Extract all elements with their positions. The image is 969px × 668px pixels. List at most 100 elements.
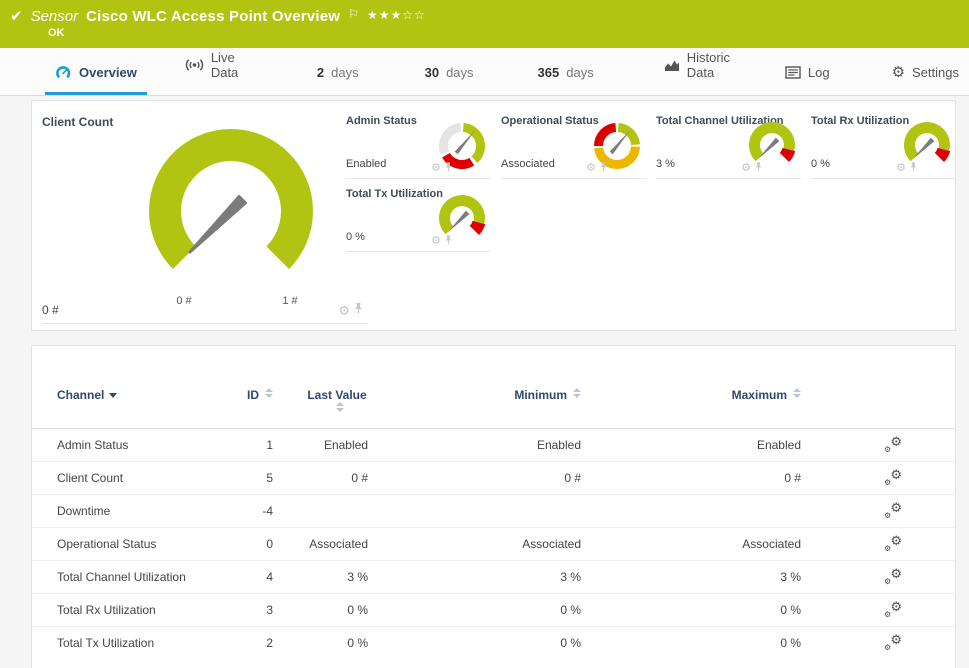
flag-icon[interactable]: ⚐ (348, 7, 359, 21)
channel-settings-gears-icon[interactable]: ⚙⚙ (884, 535, 902, 551)
pin-icon[interactable] (754, 159, 763, 177)
tab-historic-data[interactable]: Historic Data (654, 50, 751, 95)
channel-settings-gears-icon[interactable]: ⚙⚙ (884, 634, 902, 650)
channel-settings-gears-icon[interactable]: ⚙⚙ (884, 568, 902, 584)
channel-name[interactable]: Client Count (32, 462, 247, 495)
gauge-title: Total Tx Utilization (346, 188, 443, 200)
gauge-current-value: 0 # (42, 303, 59, 317)
sort-desc-icon (109, 393, 117, 398)
channel-settings-gears-icon[interactable]: ⚙⚙ (884, 436, 902, 452)
tab-bar: Overview Live Data 2 days 30 days 365 da… (0, 48, 969, 96)
gauge-needle (448, 211, 470, 233)
channel-id: 1 (247, 429, 273, 462)
gauge-current-value: Associated (501, 158, 555, 170)
channel-table-body: Admin Status 1 Enabled Enabled Enabled ⚙… (32, 429, 955, 660)
total-tx-utilization-gauge-panel: Total Tx Utilization 0 % ⚙ (346, 182, 491, 252)
channel-settings-gears-icon[interactable]: ⚙⚙ (884, 469, 902, 485)
gauge-settings-gear-icon[interactable]: ⚙ (586, 163, 596, 174)
column-header-actions (801, 374, 955, 429)
priority-stars[interactable]: ★★★☆☆ (367, 8, 426, 22)
channel-minimum: Associated (368, 528, 581, 561)
channel-last-value: 0 % (273, 627, 368, 660)
table-row: Downtime -4 ⚙⚙ (32, 495, 955, 528)
tab-label: Live Data (211, 50, 249, 80)
pin-icon[interactable] (444, 159, 453, 177)
sort-icon (572, 388, 581, 399)
column-header-id[interactable]: ID (247, 374, 273, 429)
channel-id: 0 (247, 528, 273, 561)
tab-2-days[interactable]: 2 days (307, 65, 369, 95)
gauge-settings-gear-icon[interactable]: ⚙ (741, 163, 751, 174)
gauge-icon (55, 65, 72, 80)
total-rx-utilization-gauge-panel: Total Rx Utilization 0 % ⚙ (811, 109, 956, 179)
channel-maximum (581, 495, 801, 528)
channel-name[interactable]: Total Tx Utilization (32, 627, 247, 660)
gauge-needle (610, 130, 631, 154)
channel-maximum: Enabled (581, 429, 801, 462)
channel-last-value: Associated (273, 528, 368, 561)
tab-number: 30 (425, 65, 439, 80)
column-header-channel[interactable]: Channel (32, 374, 247, 429)
channel-last-value: Enabled (273, 429, 368, 462)
channel-id: 3 (247, 594, 273, 627)
tab-365-days[interactable]: 365 days (528, 65, 604, 95)
gauge-settings-gear-icon[interactable]: ⚙ (431, 236, 441, 247)
status-badge: OK (48, 27, 65, 39)
tab-settings[interactable]: ⚙ Settings (882, 65, 969, 95)
tab-label: Settings (912, 65, 959, 80)
sensor-status-bar: ✔ Sensor Cisco WLC Access Point Overview… (0, 0, 969, 48)
area-chart-icon (664, 59, 680, 72)
tab-log[interactable]: Log (775, 65, 840, 95)
channel-table: Channel ID Last Value Minimum Maximum Ad… (32, 374, 955, 660)
channel-name[interactable]: Total Channel Utilization (32, 561, 247, 594)
pin-icon[interactable] (909, 159, 918, 177)
tab-overview[interactable]: Overview (45, 65, 147, 95)
channel-maximum: 0 # (581, 462, 801, 495)
column-header-last-value[interactable]: Last Value (273, 374, 368, 429)
gauge-scale-min: 0 # (164, 295, 204, 307)
tab-live-data[interactable]: Live Data (175, 50, 259, 95)
channel-last-value: 3 % (273, 561, 368, 594)
table-header-row: Channel ID Last Value Minimum Maximum (32, 374, 955, 429)
sort-icon (792, 388, 801, 399)
channel-name[interactable]: Downtime (32, 495, 247, 528)
gauge-needle (913, 138, 935, 160)
gauge-settings-gear-icon[interactable]: ⚙ (431, 163, 441, 174)
channel-settings-gears-icon[interactable]: ⚙⚙ (884, 502, 902, 518)
gauge-title: Operational Status (501, 115, 599, 127)
gauge-current-value: 0 % (811, 158, 830, 170)
tab-label: days (331, 65, 358, 80)
table-row: Total Rx Utilization 3 0 % 0 % 0 % ⚙⚙ (32, 594, 955, 627)
table-row: Operational Status 0 Associated Associat… (32, 528, 955, 561)
channel-last-value (273, 495, 368, 528)
tab-30-days[interactable]: 30 days (415, 65, 484, 95)
channel-name[interactable]: Admin Status (32, 429, 247, 462)
mini-gauges-grid: Admin Status Enabled ⚙ Operational St (346, 109, 956, 252)
tab-label: Historic Data (687, 50, 741, 80)
live-data-icon (185, 58, 204, 72)
gauge-settings-gear-icon[interactable]: ⚙ (896, 163, 906, 174)
tab-number: 365 (538, 65, 560, 80)
gauge-settings-gear-icon[interactable]: ⚙ (338, 304, 350, 317)
channel-id: -4 (247, 495, 273, 528)
channel-settings-gears-icon[interactable]: ⚙⚙ (884, 601, 902, 617)
channel-name[interactable]: Operational Status (32, 528, 247, 561)
channel-minimum: 0 % (368, 627, 581, 660)
gauge-title: Client Count (42, 115, 113, 129)
pin-icon[interactable] (599, 159, 608, 177)
pin-icon[interactable] (444, 232, 453, 250)
gauges-panel: Client Count 0 # 1 # 0 # ⚙ Admin Status (31, 100, 956, 331)
column-header-minimum[interactable]: Minimum (368, 374, 581, 429)
gauge-scale-max: 1 # (270, 295, 310, 307)
tab-label: days (446, 65, 473, 80)
sort-icon (264, 388, 273, 399)
pin-icon[interactable] (353, 301, 364, 319)
channel-minimum: Enabled (368, 429, 581, 462)
channel-name[interactable]: Total Rx Utilization (32, 594, 247, 627)
status-ok-check-icon: ✔ (10, 7, 23, 25)
channel-minimum: 0 % (368, 594, 581, 627)
channel-minimum: 3 % (368, 561, 581, 594)
channel-minimum: 0 # (368, 462, 581, 495)
column-header-maximum[interactable]: Maximum (581, 374, 801, 429)
channel-table-panel: Channel ID Last Value Minimum Maximum Ad… (31, 345, 956, 668)
